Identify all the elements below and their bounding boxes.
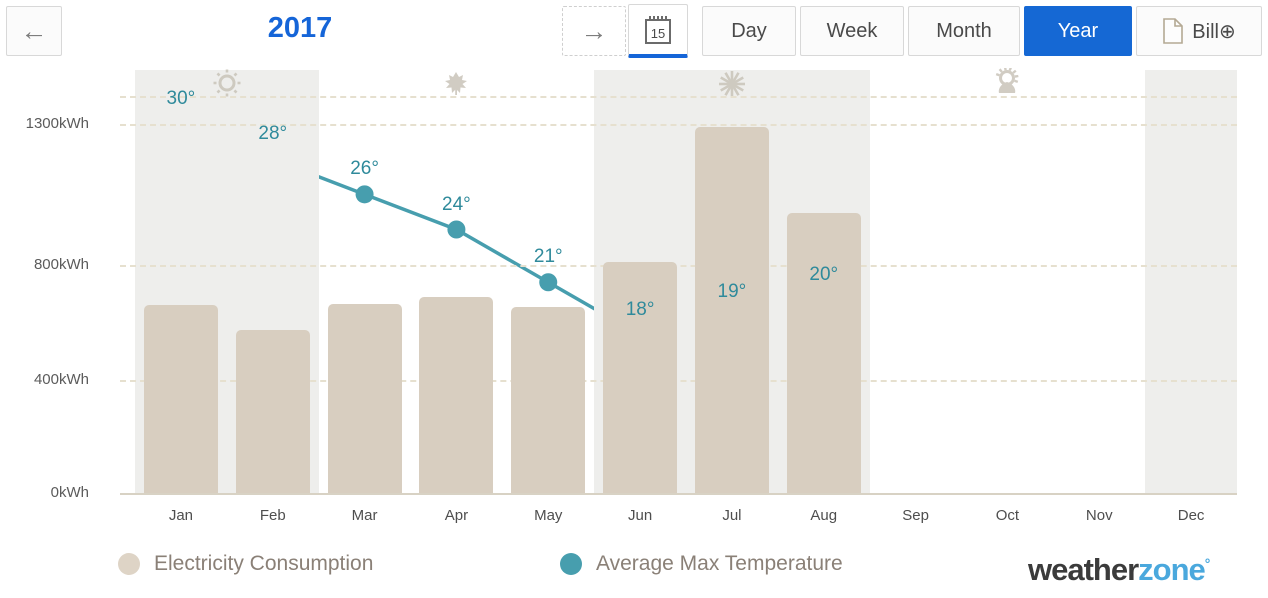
plot-area: 0kWh 400kWh 800kWh 1300kWh 30° 28° 26° 24° 21° 18… [26,66,1237,524]
x-axis-tick-sep: Sep [902,507,929,524]
calendar-picker-button[interactable]: 15 [628,4,688,58]
range-tab-year-label: Year [1057,19,1099,42]
gridline-1300 [120,124,1237,126]
chart-container: 0kWh 400kWh 800kWh 1300kWh 30° 28° 26° 24° 21° 18… [0,62,1268,532]
logo-part-weather: weather [1028,552,1139,587]
legend-label-electricity: Electricity Consumption [154,552,374,575]
x-axis-tick-jan: Jan [168,507,193,524]
calendar-icon: 15 [645,15,671,44]
temperature-label-jun: 18° [625,299,655,320]
arrow-right-icon: → [580,15,608,46]
gridline-1400 [120,95,1237,98]
y-axis-tick-800: 800kWh [33,256,89,273]
legend-label-temperature: Average Max Temperature [596,552,843,575]
x-axis-tick-feb: Feb [259,507,286,524]
temperature-point-mar[interactable] [355,185,374,204]
temperature-label-aug: 20° [809,263,839,285]
legend-item-electricity: Electricity Consumption [118,552,373,576]
range-tab-month-label: Month [936,19,992,42]
range-tab-week[interactable]: Week [800,6,904,56]
legend-swatch-temperature [560,553,582,575]
bill-button[interactable]: Bill⊕ [1136,6,1262,56]
x-axis-tick-mar: Mar [351,507,378,524]
temperature-label-feb: 28° [258,123,288,145]
document-icon [1163,18,1184,44]
energy-usage-chart-page: ← 2017 → 15 Day Week Month Year Bill⊕ 0k… [0,0,1268,598]
bar-jan[interactable] [143,305,218,493]
temperature-label-jan: 30° [166,88,196,109]
weatherzone-logo: weatherzone° [1028,552,1211,588]
arrow-left-icon: ← [20,15,48,46]
x-axis-tick-may: May [534,507,563,524]
x-axis-tick-jun: Jun [627,507,653,524]
y-axis-tick-0: 0kWh [50,484,89,501]
bar-aug[interactable] [786,212,861,493]
season-band-summer-4 [1145,70,1237,493]
bar-mar[interactable] [327,303,402,493]
temperature-label-mar: 26° [350,158,379,180]
y-axis-tick-1300: 1300kWh [25,115,89,132]
bar-feb[interactable] [235,329,310,493]
bar-jun[interactable] [603,262,678,493]
logo-degree-mark: ° [1204,555,1211,572]
bar-jul[interactable] [694,126,769,493]
temperature-label-jul: 19° [717,281,747,303]
snowflake-icon [716,68,748,105]
bar-may[interactable] [511,306,586,493]
x-axis-tick-apr: Apr [444,507,469,524]
forward-button[interactable]: → [562,6,626,56]
range-tab-month[interactable]: Month [908,6,1020,56]
temperature-point-apr[interactable] [447,220,466,239]
range-tab-week-label: Week [826,19,878,42]
x-axis-tick-dec: Dec [1177,507,1205,524]
calendar-day-number: 15 [651,26,665,41]
y-axis-tick-400: 400kWh [33,371,89,388]
gridline-800 [120,265,1237,267]
page-title: 2017 [267,12,333,44]
bar-apr[interactable] [419,296,494,493]
legend-item-temperature: Average Max Temperature [560,552,843,576]
temperature-label-may: 21° [533,246,563,268]
temperature-point-may[interactable] [539,273,558,292]
x-axis-tick-jul: Jul [722,507,742,524]
x-axis-tick-oct: Oct [995,507,1020,524]
bill-button-label: Bill⊕ [1192,20,1236,43]
range-tab-day[interactable]: Day [702,6,796,56]
axis-baseline [120,493,1237,495]
range-tab-day-label: Day [731,19,767,42]
x-axis-tick-aug: Aug [810,507,838,524]
logo-part-zone: zone [1138,552,1206,587]
legend-swatch-electricity [118,553,140,575]
x-axis-tick-nov: Nov [1085,507,1113,524]
toolbar: ← 2017 → 15 Day Week Month Year Bill⊕ [0,0,1268,62]
range-tab-year[interactable]: Year [1024,6,1132,56]
temperature-label-apr: 24° [442,193,471,215]
back-button[interactable]: ← [6,6,62,56]
